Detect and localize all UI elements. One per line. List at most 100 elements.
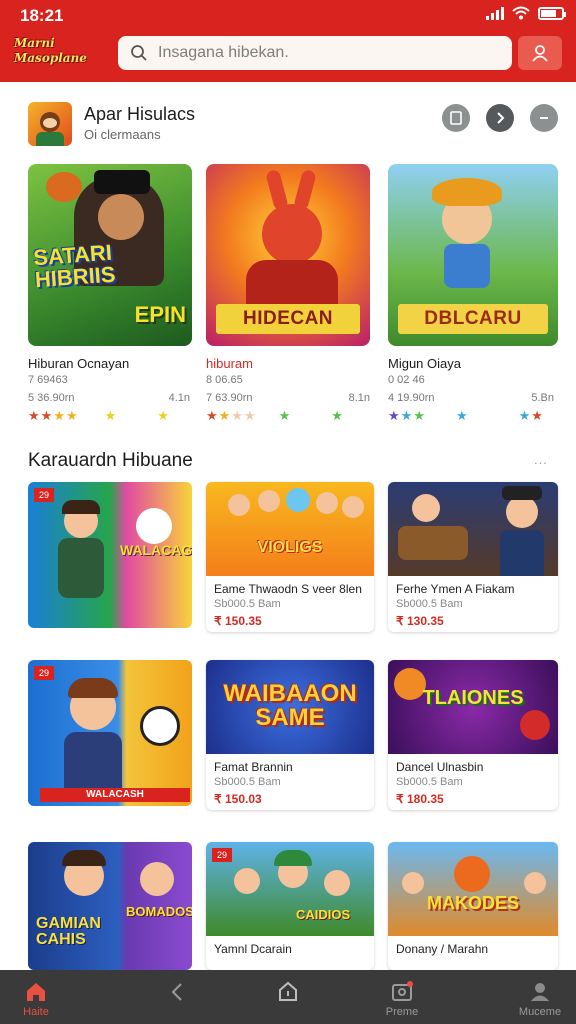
nav-item-overview[interactable] [248,974,328,1022]
signal-icon [486,6,504,20]
hair-shape [62,500,100,514]
character-face [234,868,260,894]
gallery-icon [392,981,413,1001]
featured-card-1[interactable]: SATARI HIBRIIS EPIN [28,164,192,346]
featured-card-3-sub: 0 02 46 [388,374,425,386]
featured-card-3-rating: ★ ★ ★ ★ ★ ★ [388,408,543,423]
featured-app-icon[interactable] [28,102,72,146]
character-face [136,508,172,544]
featured-card-3-right: 5.Bn [531,392,554,404]
game-card-6[interactable]: TLAIONES Dancel Ulnasbin Sb000.5 Bam ₹ 1… [388,660,558,810]
bookmark-icon [450,111,462,125]
featured-card-3-meta: 4 19.90rn [388,392,435,404]
featured-card-2-rating: ★ ★ ★ ★ ★ ★ [206,408,343,423]
game-title: Eame Thwaodn S veer 8len [214,582,362,596]
game-title: Dancel Ulnasbin [396,760,484,774]
featured-card-1-title: Hiburan Ocnayan [28,356,130,371]
game-title: Yamnl Dcarain [214,942,292,956]
barrel-shape [398,526,468,560]
nav-label: Preme [385,1006,419,1018]
game-subtitle: Sb000.5 Bam [396,598,463,610]
featured-card-1-sub: 7 69463 [28,374,68,386]
featured-card-1-meta: 5 36.90rn [28,392,75,404]
hair-shape [68,678,118,698]
search-bar[interactable] [118,36,512,70]
card-thumbnail: WAIBAAON SAME [206,660,374,754]
featured-card-2-sub: 8 06.65 [206,374,243,386]
character-face [98,194,144,240]
card-banner: TLAIONES [422,687,524,709]
featured-subtitle: Oi clermaans [84,127,161,142]
card-thumbnail [388,482,558,576]
featured-card-1-rating: ★ ★ ★ ★ ★ ★ [28,408,169,423]
card-banner: GAMIAN CAHIS [36,915,101,948]
featured-card-2-right: 8.1n [348,392,370,404]
body-shape [58,538,104,598]
game-card-8[interactable]: 29 CAIDIOS Yamnl Dcarain [206,842,374,970]
glove-shape [46,172,82,202]
hat-shape [94,170,150,194]
section-more-button[interactable]: ... [534,452,548,467]
game-price: ₹ 150.03 [214,792,262,806]
character-face [140,862,174,896]
ear-shape [265,168,289,212]
character-face [524,872,546,894]
game-card-7[interactable]: GAMIAN CAHIS BOMADOS [28,842,192,970]
status-bar: 18:21 [0,0,576,28]
app-root: 18:21 Marni Masoplane Apar Hisulacs Oi c… [0,0,576,1024]
game-title: Donany / Marahn [396,942,489,956]
next-button[interactable] [486,104,514,132]
game-card-4[interactable]: 29 WALACASH [28,660,192,806]
nav-item-profile[interactable]: Muceme [500,974,576,1022]
status-time: 18:21 [20,6,64,25]
battery-icon [538,6,566,20]
nav-item-home[interactable]: Haite [0,974,76,1022]
body-shape [500,530,544,576]
card-banner: HIDECAN [216,304,360,334]
featured-card-2[interactable]: HIDECAN [206,164,370,346]
game-card-9[interactable]: MAKODES Donany / Marahn [388,842,558,970]
character-face [454,856,490,892]
logo-text: Marni Masoplane [14,36,87,65]
character-face [258,490,280,512]
game-card-3[interactable]: Ferhe Ymen A Fiakam Sb000.5 Bam ₹ 130.35 [388,482,558,632]
body-shape [246,260,338,310]
game-card-2[interactable]: VIOLIGS Eame Thwaodn S veer 8len Sb000.5… [206,482,374,632]
character-face [324,870,350,896]
ear-shape [293,168,317,212]
card-thumbnail: TLAIONES [388,660,558,754]
nav-item-gallery[interactable]: Preme [362,974,442,1022]
game-title: Famat Brannin [214,760,293,774]
card-thumbnail: MAKODES [388,842,558,936]
home-icon [27,983,45,1001]
game-card-1[interactable]: 29 WALACAGH [28,482,192,628]
game-price: ₹ 150.35 [214,614,262,628]
featured-card-3[interactable]: DBLCARU [388,164,558,346]
nav-item-back[interactable] [138,974,218,1022]
card-badge: 29 [34,666,54,680]
character-face [412,494,440,522]
game-price: ₹ 180.35 [396,792,444,806]
search-input[interactable] [158,44,478,62]
card-badge: 29 [212,848,232,862]
bookmark-button[interactable] [442,104,470,132]
card-badge: 29 [34,488,54,502]
character-face [342,496,364,518]
hat-shape [502,486,542,500]
app-logo[interactable]: Marni Masoplane [14,36,102,72]
game-subtitle: Sb000.5 Bam [396,776,463,788]
top-header: 18:21 Marni Masoplane [0,0,576,82]
card-banner-secondary: BOMADOS [126,904,192,919]
profile-button[interactable] [518,36,562,70]
card-banner: SATARI HIBRIIS [32,239,117,293]
game-subtitle: Sb000.5 Bam [214,776,281,788]
game-subtitle: Sb000.5 Bam [214,598,281,610]
section-title: Karauardn Hibuane [28,450,193,471]
card-banner: CAIDIOS [296,907,351,922]
character-face [228,494,250,516]
game-card-5[interactable]: WAIBAAON SAME Famat Brannin Sb000.5 Bam … [206,660,374,810]
card-banner: WALACASH [40,788,190,802]
card-banner-secondary: EPIN [134,302,186,327]
more-button[interactable] [530,104,558,132]
featured-card-2-meta: 7 63.90rn [206,392,253,404]
